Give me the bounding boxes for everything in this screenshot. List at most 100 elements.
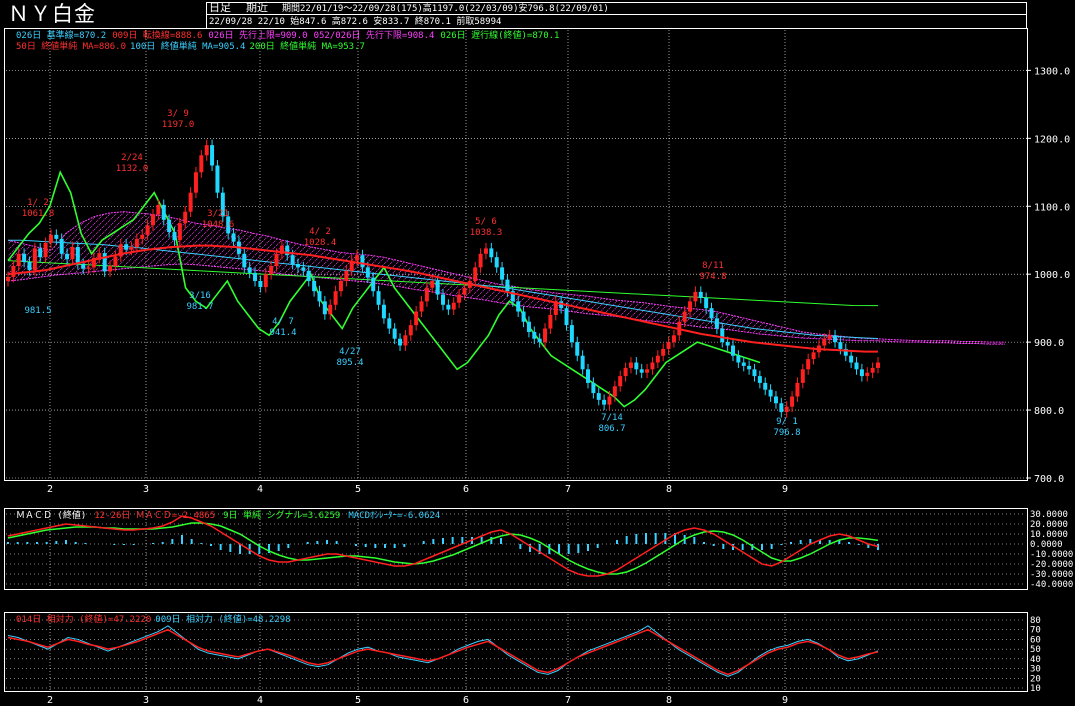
price-chart[interactable]: 2 2 3 3 4 4 5 5 6 6 7 7 8 8 9 9 1300.0 1200.0 1100.0 1000.0… xyxy=(0,0,1075,706)
annotation-value: 806.7 xyxy=(598,424,625,434)
candle-body xyxy=(172,232,177,241)
candle-body xyxy=(161,204,166,220)
candle-body xyxy=(537,338,542,343)
candle-body xyxy=(381,304,386,319)
candle-body xyxy=(344,270,349,281)
candle-body xyxy=(59,238,64,254)
candle-body xyxy=(16,253,21,267)
price-tick-label: 1200.0 xyxy=(1034,134,1070,145)
candle-body xyxy=(569,325,574,343)
candle-body xyxy=(757,376,762,383)
candle-body xyxy=(392,328,397,339)
candle-body xyxy=(591,382,596,394)
month-label: 4 xyxy=(257,484,263,495)
candle-body xyxy=(731,345,735,356)
candle-body xyxy=(296,264,300,268)
candle-body xyxy=(338,280,343,292)
rsi-tick-label: 10 xyxy=(1030,684,1041,694)
candle-body xyxy=(725,342,730,346)
annotation-date: 3/16 xyxy=(189,291,211,301)
candle-body xyxy=(70,247,75,260)
candle-body xyxy=(806,359,811,370)
candle-body xyxy=(494,257,499,268)
candle-body xyxy=(263,274,268,288)
candle-body xyxy=(43,242,48,258)
annotation-value: 1197.0 xyxy=(162,120,195,130)
price-tick-label: 900.0 xyxy=(1034,338,1064,349)
ichimoku-cloud xyxy=(8,211,1005,345)
candle-body xyxy=(645,369,650,373)
month-label: 7 xyxy=(565,484,571,495)
candle-body xyxy=(526,321,531,332)
candle-body xyxy=(548,314,553,329)
candle-body xyxy=(854,362,859,370)
candle-body xyxy=(800,369,805,383)
candle-body xyxy=(156,204,161,215)
candle-body xyxy=(183,211,188,224)
macd-tick-label: 20.0000 xyxy=(1030,520,1068,530)
candle-body xyxy=(247,267,252,273)
candle-body xyxy=(741,362,746,366)
price-tick-label: 1000.0 xyxy=(1034,270,1070,281)
month-label: 9 xyxy=(782,484,788,495)
rsi-legend: 014日 相対力 (終値)=47.2220 009日 相対力 (終値)=48.22… xyxy=(16,615,295,625)
candle-body xyxy=(790,396,795,407)
candle-body xyxy=(838,342,843,349)
chart-window: ＮＹ白金 日足 期近 期間22/01/19～22/09/28(175)高1197… xyxy=(0,0,1075,706)
month-label: 2 xyxy=(47,695,53,706)
candle-body xyxy=(140,234,145,239)
annotation-date: 8/11 xyxy=(702,261,724,271)
candle-body xyxy=(763,382,768,390)
annotation-value: 981.7 xyxy=(186,302,213,312)
rsi-tick-label: 80 xyxy=(1030,616,1041,626)
candle-body xyxy=(6,276,10,281)
annotation-date: 3/21 xyxy=(207,209,229,219)
candle-body xyxy=(693,291,698,302)
candle-body xyxy=(242,253,247,268)
candle-body xyxy=(387,318,392,329)
candle-body xyxy=(86,267,91,269)
candle-body xyxy=(483,248,488,254)
candle-body xyxy=(682,311,687,322)
candle-body xyxy=(543,328,548,343)
candle-body xyxy=(102,253,107,272)
annotation-date: 4/27 xyxy=(339,347,361,357)
annotation-date: 1/ 2 xyxy=(27,198,49,208)
annotation-value: 1061.8 xyxy=(22,209,55,219)
month-label: 3 xyxy=(143,484,149,495)
month-label: 7 xyxy=(565,695,571,706)
candle-body xyxy=(704,297,709,309)
candle-body xyxy=(688,301,693,312)
annotation-value: 895.4 xyxy=(336,358,363,368)
candle-body xyxy=(371,277,376,292)
candle-body xyxy=(655,355,660,363)
candle-body xyxy=(671,335,676,343)
candle-body xyxy=(27,261,32,271)
candle-body xyxy=(650,362,655,370)
candle-body xyxy=(666,342,671,349)
candle-body xyxy=(151,214,155,226)
macd-legend-item: MACDｵｼﾚｰﾀｰ=-6.0624 xyxy=(348,511,441,521)
candle-body xyxy=(134,238,139,248)
macd-tick-label: -30.0000 xyxy=(1030,570,1073,580)
macd-tick-label: -20.0000 xyxy=(1030,560,1073,570)
candle-body xyxy=(167,219,172,233)
candle-body xyxy=(607,396,612,405)
rsi-tick-label: 20 xyxy=(1030,674,1041,684)
candle-body xyxy=(849,355,854,363)
rsi-legend-item: 014日 相対力 (終値)=47.2220 xyxy=(16,615,152,625)
candle-body xyxy=(108,266,113,272)
candle-body xyxy=(322,301,327,315)
candle-body xyxy=(628,362,633,368)
candle-body xyxy=(188,192,193,212)
month-label: 8 xyxy=(666,484,672,495)
candle-body xyxy=(446,304,451,310)
annotation-value: 1028.4 xyxy=(304,238,337,248)
candle-body xyxy=(473,267,478,281)
price-tick-label: 1100.0 xyxy=(1034,202,1070,213)
candle-body xyxy=(403,335,408,346)
candle-body xyxy=(430,280,435,288)
candle-body xyxy=(833,335,838,343)
candle-body xyxy=(747,365,752,370)
candle-body xyxy=(714,318,719,329)
